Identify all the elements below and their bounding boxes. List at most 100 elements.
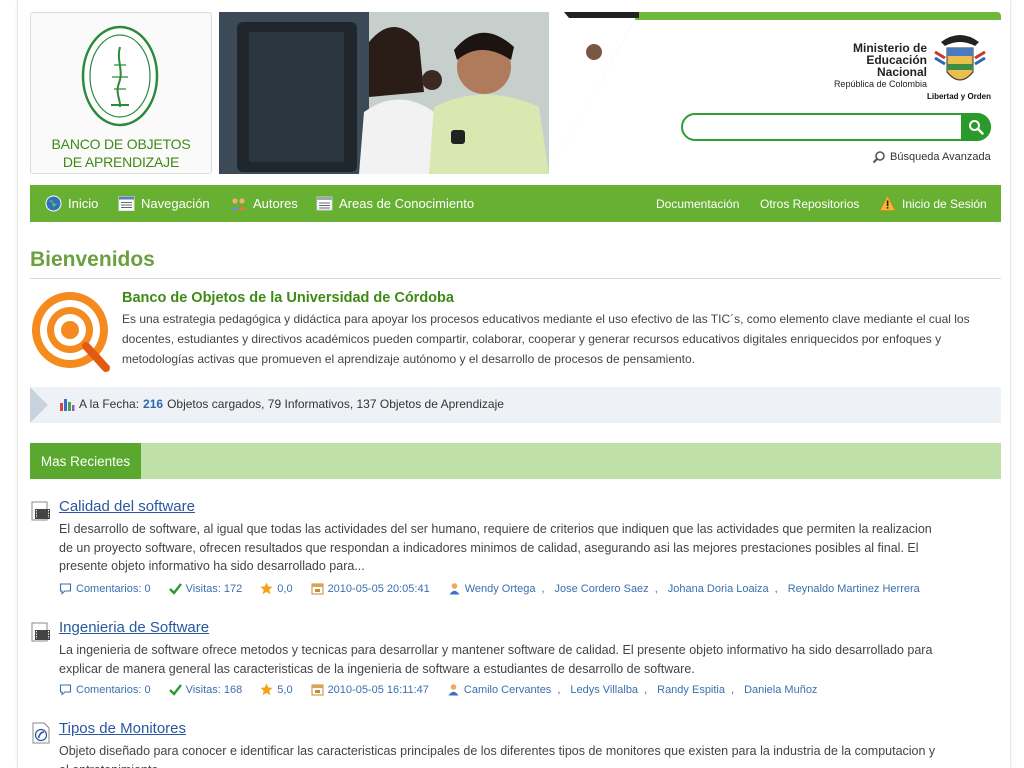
star-icon [260, 683, 273, 696]
magnifier-icon [872, 151, 885, 164]
tab-label: Mas Recientes [40, 453, 131, 469]
coat-of-arms-icon [934, 35, 986, 81]
stats-arrow [30, 387, 48, 423]
nav-label: Areas de Conocimiento [339, 196, 475, 211]
item-description: El desarrollo de software, al igual que … [59, 522, 932, 574]
rating-value: 0,0 [277, 582, 293, 595]
checkmark-icon [168, 684, 182, 696]
tab-mas-recientes[interactable]: Mas Recientes [30, 443, 141, 479]
author-link[interactable]: Johana Doria Loaiza [668, 583, 769, 595]
film-icon [31, 501, 50, 521]
list-item: Tipos de Monitores Objeto diseñado para … [30, 720, 990, 768]
speech-bubble-icon [59, 583, 72, 595]
comments-count: Comentarios: 0 [76, 582, 151, 595]
user-icon [448, 684, 459, 696]
checkmark-icon [168, 583, 182, 595]
ministry-label: Ministerio de Educación Nacional Repúbli… [823, 42, 927, 90]
advanced-search-label: Búsqueda Avanzada [890, 151, 991, 163]
comments-link[interactable]: Comentarios: 0 [59, 683, 151, 696]
item-meta: Comentarios: 0 Visitas: 172 0,0 2010-05-… [59, 582, 940, 595]
item-description: Objeto diseñado para conocer e identific… [59, 744, 936, 768]
authors: Camilo Cervantes, Ledys Villalba, Randy … [447, 683, 820, 696]
date: 2010-05-05 16:11:47 [311, 683, 429, 696]
rating: 5,0 [260, 683, 293, 696]
visits-count: Visitas: 172 [185, 582, 243, 595]
author-link[interactable]: Reynaldo Martinez Herrera [788, 583, 920, 595]
author-separator: , [541, 582, 545, 595]
author-separator: , [654, 582, 658, 595]
nav-label: Documentación [656, 196, 740, 211]
user-icon [449, 583, 460, 595]
calendar-icon [311, 684, 324, 696]
search-box [681, 113, 991, 141]
stats-total-count: 216 [143, 397, 164, 411]
search-input[interactable] [695, 118, 955, 136]
author-link[interactable]: Ledys Villalba [570, 684, 638, 696]
intro-text: Es una estrategia pedagógica y didáctica… [122, 312, 970, 366]
site-logo[interactable]: BANCO DE OBJETOS DE APRENDIZAJE [30, 12, 212, 174]
visits-count: Visitas: 168 [185, 683, 243, 696]
ministry-line-3: República de Colombia [833, 79, 927, 89]
author-separator: , [774, 582, 778, 595]
author-link[interactable]: Daniela Muñoz [744, 684, 817, 696]
date-value: 2010-05-05 20:05:41 [327, 582, 430, 595]
logo-title-line-2: DE APRENDIZAJE [62, 154, 180, 170]
item-title-link[interactable]: Ingenieria de Software [59, 619, 209, 636]
author-link[interactable]: Jose Cordero Saez [555, 583, 649, 595]
recent-section-header: Mas Recientes [30, 443, 1001, 479]
nav-label: Otros Repositorios [760, 196, 860, 211]
visits: Visitas: 172 [168, 582, 243, 595]
ministry-motto: Libertad y Orden [926, 92, 991, 101]
folder-list-icon [316, 196, 333, 211]
author-link[interactable]: Wendy Ortega [465, 583, 536, 595]
users-icon [231, 198, 246, 210]
ministry-line-2: Educación Nacional [866, 53, 927, 79]
stats-prefix: A la Fecha: [79, 397, 140, 411]
item-title-link[interactable]: Tipos de Monitores [59, 720, 186, 737]
speech-bubble-icon [59, 684, 72, 696]
nav-item-inicio-de-sesion[interactable]: Inicio de Sesión [879, 185, 987, 222]
page-title: Bienvenidos [30, 248, 155, 271]
nav-item-navegacion[interactable]: Navegación [118, 185, 210, 222]
list-item: Ingenieria de Software La ingenieria de … [30, 619, 990, 703]
nav-item-autores[interactable]: Autores [230, 185, 298, 222]
search-button[interactable] [961, 113, 991, 141]
star-icon [260, 582, 273, 595]
list-item: Calidad del software El desarrollo de so… [30, 498, 990, 602]
item-description: La ingenieria de software ofrece metodos… [59, 643, 933, 676]
main-navbar: Inicio Navegación Autores Areas de Conoc… [30, 185, 1001, 222]
globe-icon [45, 195, 62, 212]
stats-bar: A la Fecha: 216 Objetos cargados, 79 Inf… [30, 387, 1001, 423]
nav-item-documentacion[interactable]: Documentación [656, 185, 739, 222]
nav-item-areas-de-conocimiento[interactable]: Areas de Conocimiento [316, 185, 474, 222]
intro-title: Banco de Objetos de la Universidad de Có… [122, 290, 454, 306]
stats-text: A la Fecha: 216 Objetos cargados, 79 Inf… [59, 397, 504, 411]
author-link[interactable]: Randy Espitia [657, 684, 725, 696]
comments-link[interactable]: Comentarios: 0 [59, 582, 151, 595]
warning-icon [879, 195, 896, 211]
list-icon [118, 196, 135, 211]
students-photo [219, 12, 639, 174]
authors: Wendy Ortega, Jose Cordero Saez, Johana … [448, 582, 922, 595]
target-magnifier-icon [32, 292, 110, 372]
university-seal-icon [81, 25, 159, 127]
author-link[interactable]: Camilo Cervantes [464, 684, 551, 696]
stats-breakdown: Objetos cargados, 79 Informativos, 137 O… [167, 397, 504, 411]
advanced-search-link[interactable]: Búsqueda Avanzada [872, 150, 991, 164]
nav-item-otros-repositorios[interactable]: Otros Repositorios [760, 185, 859, 222]
nav-label: Inicio de Sesión [902, 196, 987, 211]
item-meta: Comentarios: 0 Visitas: 168 5,0 2010-05-… [59, 683, 837, 696]
item-title-link[interactable]: Calidad del software [59, 498, 195, 515]
rating-value: 5,0 [277, 683, 293, 696]
rating: 0,0 [260, 582, 293, 595]
author-separator: , [644, 683, 648, 696]
author-separator: , [557, 683, 561, 696]
comments-count: Comentarios: 0 [76, 683, 151, 696]
search-icon [969, 120, 984, 135]
calendar-icon [311, 583, 324, 595]
visits: Visitas: 168 [168, 683, 243, 696]
nav-label: Inicio [68, 196, 99, 211]
nav-item-inicio[interactable]: Inicio [45, 185, 98, 222]
logo-title-line-1: BANCO DE OBJETOS [51, 136, 191, 152]
bar-chart-icon [60, 399, 75, 411]
